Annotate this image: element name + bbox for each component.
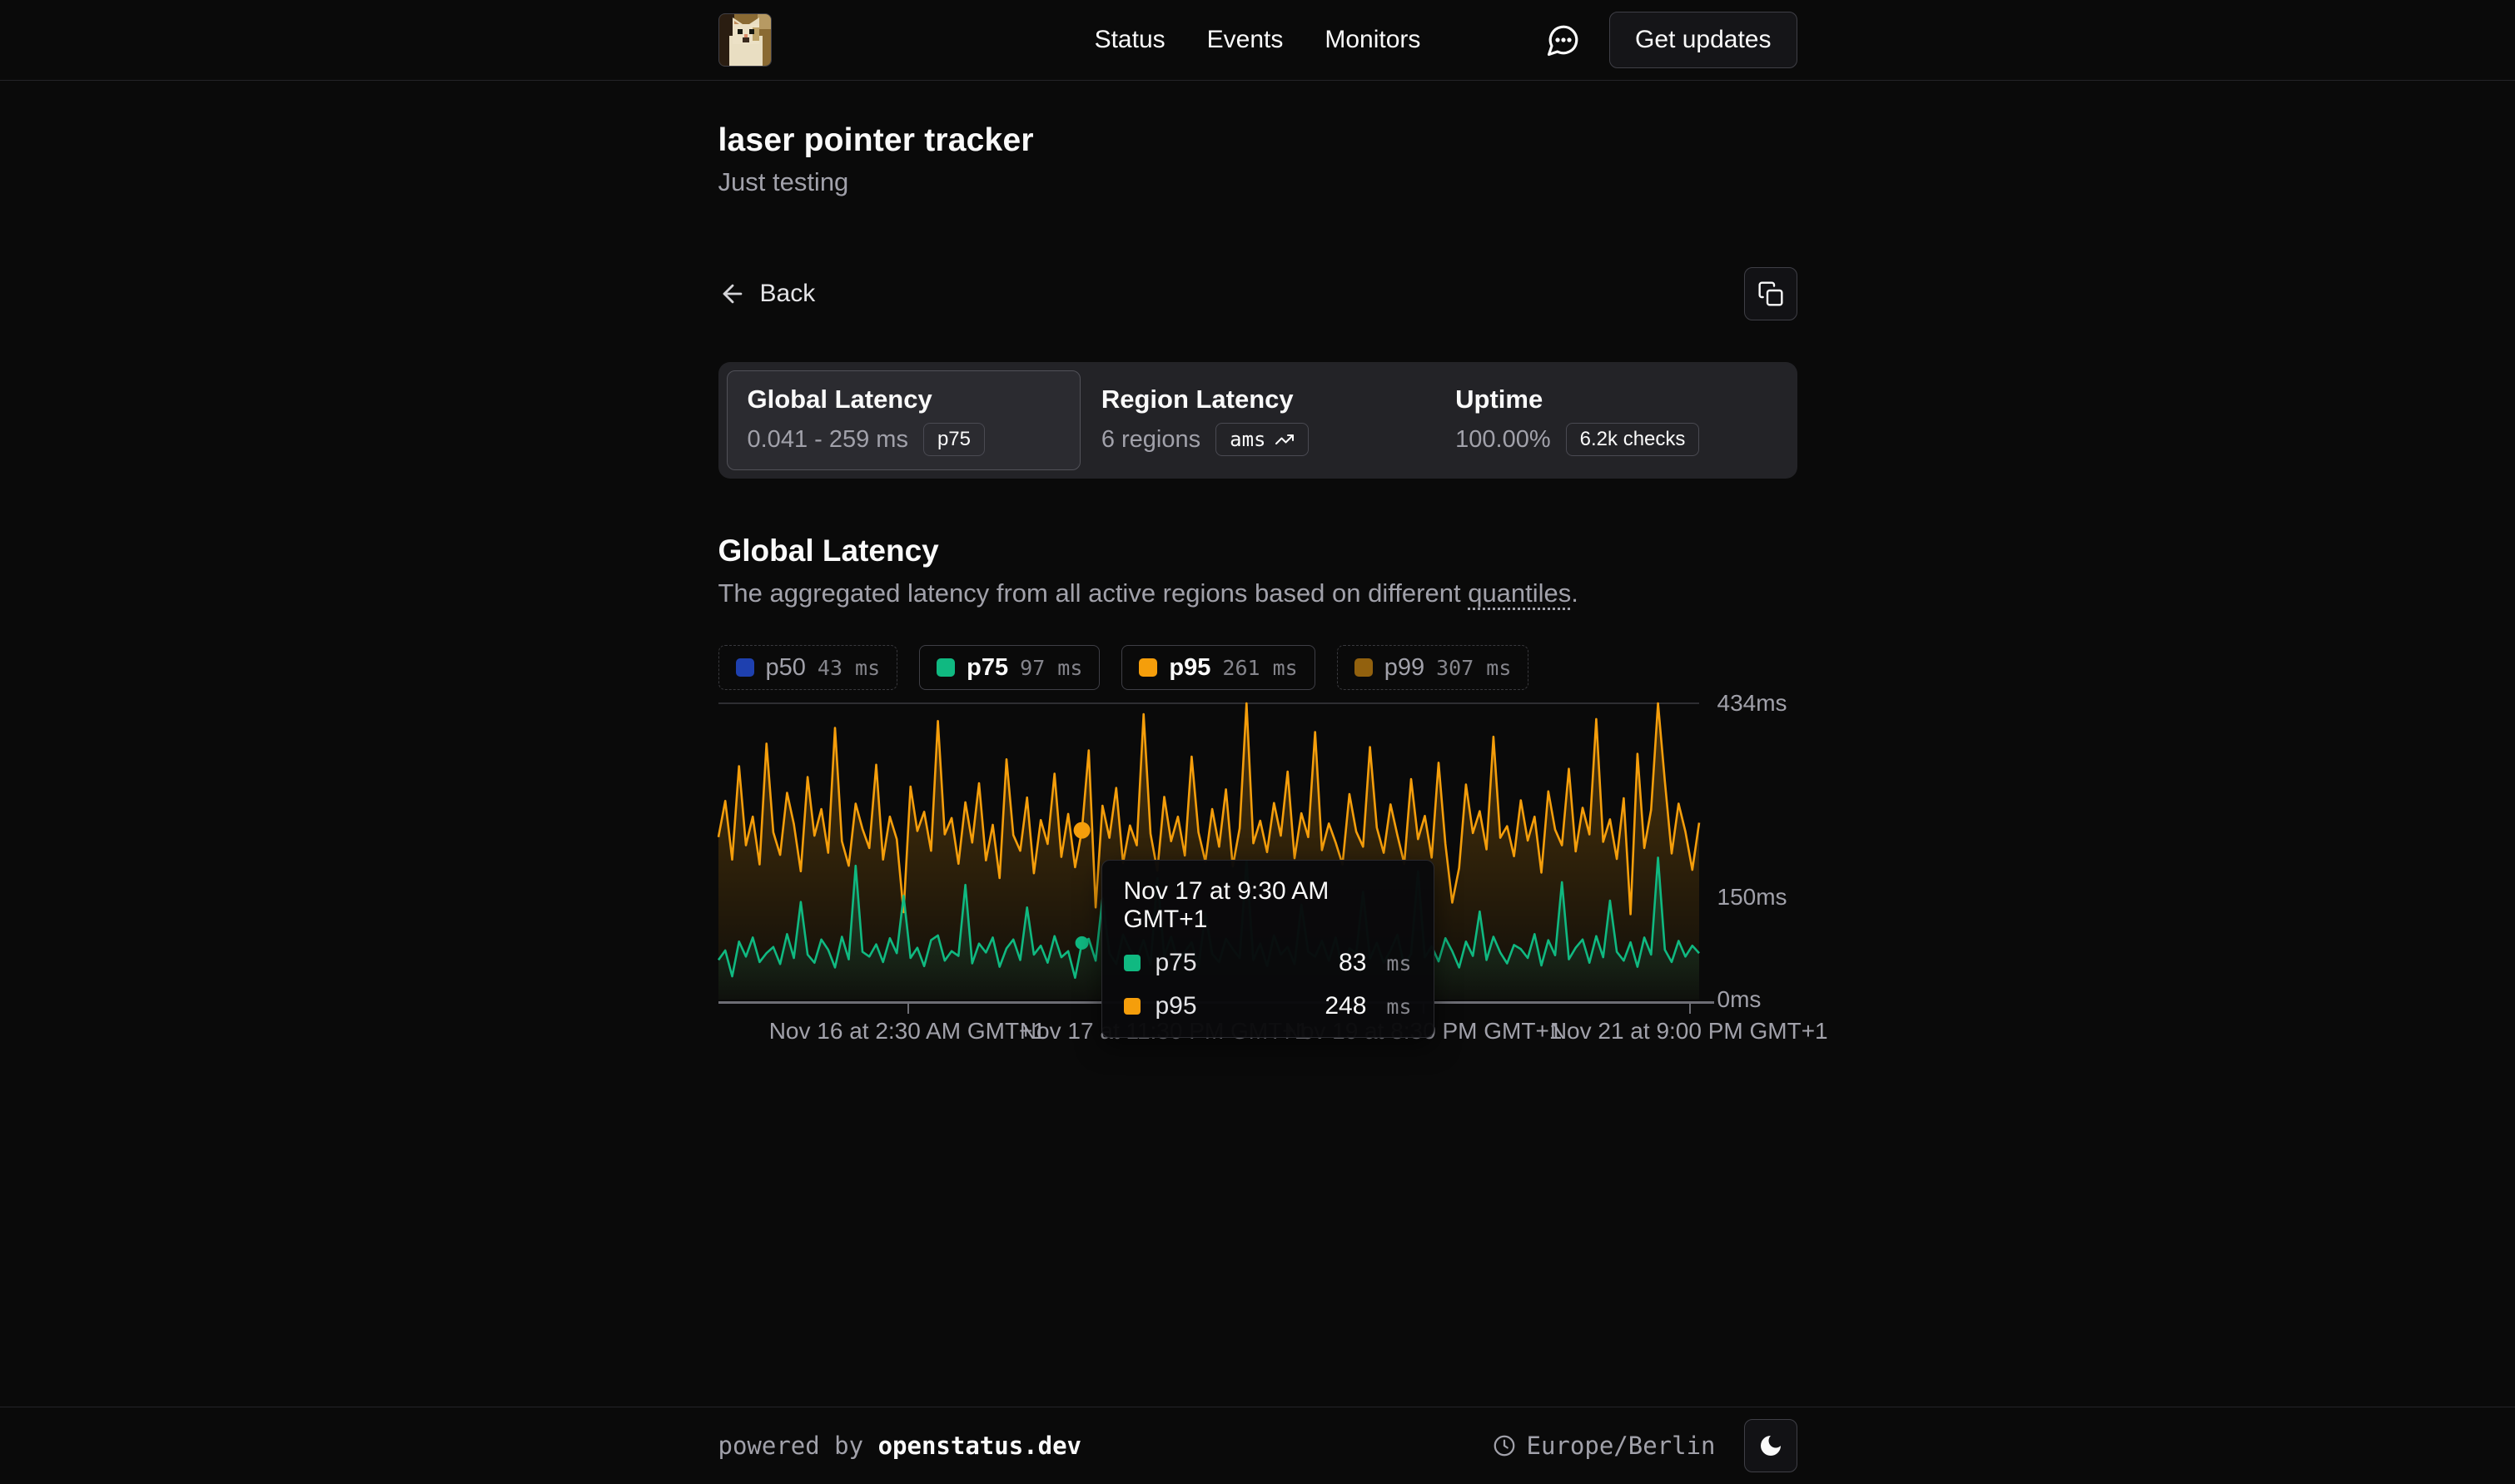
hover-dot-p95 [1073,822,1090,839]
y-tick-label: 150ms [1717,884,1787,911]
nav-link-monitors[interactable]: Monitors [1325,26,1420,54]
nav-link-events[interactable]: Events [1207,26,1284,54]
region-badge: ams [1215,423,1308,456]
feedback-button[interactable] [1546,22,1581,57]
chart-legend: p50 43 ms p75 97 ms p95 261 ms p99 307 m… [718,645,1797,690]
tab-subtitle: 6 regions [1101,426,1200,454]
tooltip-timestamp: Nov 17 at 9:30 AM GMT+1 [1124,877,1412,934]
p50-swatch [736,658,754,677]
main-content: laser pointer tracker Just testing Back … [0,81,2515,1407]
powered-by: powered by openstatus.dev [718,1432,1082,1460]
tab-title: Region Latency [1101,385,1414,414]
copy-icon [1757,280,1784,307]
clock-icon [1492,1433,1517,1458]
tooltip-row-p75: p75 83 ms [1124,949,1412,977]
legend-item-p75[interactable]: p75 97 ms [919,645,1100,690]
x-tick-label: Nov 16 at 2:30 AM GMT+1 [769,1018,1046,1045]
y-tick-label: 0ms [1717,986,1762,1013]
legend-item-p95[interactable]: p95 261 ms [1121,645,1315,690]
metric-tabs: Global Latency 0.041 - 259 ms p75 Region… [718,362,1797,479]
legend-item-p99[interactable]: p99 307 ms [1337,645,1529,690]
tab-global-latency[interactable]: Global Latency 0.041 - 259 ms p75 [727,370,1081,470]
p75-swatch [937,658,955,677]
p99-swatch [1354,658,1373,677]
quantiles-link[interactable]: quantiles [1468,578,1571,608]
checks-badge: 6.2k checks [1566,423,1700,456]
timezone: Europe/Berlin [1492,1432,1716,1460]
quantile-badge: p75 [923,423,985,456]
legend-item-p50[interactable]: p50 43 ms [718,645,898,690]
tab-subtitle: 100.00% [1455,426,1551,454]
tab-region-latency[interactable]: Region Latency 6 regions ams [1081,370,1434,470]
chart-plot-area[interactable]: Nov 17 at 9:30 AM GMT+1 p75 83 ms p95 24… [718,702,1699,1001]
section-description: The aggregated latency from all active r… [718,578,1797,608]
p95-swatch [1124,998,1141,1015]
moon-icon [1757,1432,1784,1459]
x-axis-tick [1689,1004,1691,1014]
page-subtitle: Just testing [718,167,1797,197]
chart-tooltip: Nov 17 at 9:30 AM GMT+1 p75 83 ms p95 24… [1101,860,1434,1038]
hover-dot-p75 [1075,936,1088,950]
tab-title: Uptime [1455,385,1767,414]
nav-link-status[interactable]: Status [1095,26,1166,54]
nav-links: Status Events Monitors [1095,26,1421,54]
x-tick-label: Nov 21 at 9:00 PM GMT+1 [1550,1018,1828,1045]
footer: powered by openstatus.dev Europe/Berlin [0,1407,2515,1484]
x-axis-tick [907,1004,909,1014]
tab-uptime[interactable]: Uptime 100.00% 6.2k checks [1434,370,1788,470]
back-label: Back [760,280,816,308]
section-title: Global Latency [718,534,1797,568]
arrow-left-icon [718,280,747,308]
top-nav: Status Events Monitors Get updates [0,0,2515,81]
site-logo[interactable] [718,13,772,67]
latency-chart: Nov 17 at 9:30 AM GMT+1 p75 83 ms p95 24… [718,702,1797,1068]
copy-link-button[interactable] [1744,267,1797,320]
cat-logo-image [719,14,772,67]
get-updates-button[interactable]: Get updates [1609,12,1797,68]
back-link[interactable]: Back [718,280,816,308]
tooltip-row-p95: p95 248 ms [1124,992,1412,1020]
message-bubble-icon [1546,22,1581,57]
openstatus-link[interactable]: openstatus.dev [878,1432,1081,1460]
p95-swatch [1139,658,1157,677]
tab-title: Global Latency [748,385,1060,414]
theme-toggle-button[interactable] [1744,1419,1797,1472]
page-title: laser pointer tracker [718,122,1797,159]
tab-subtitle: 0.041 - 259 ms [748,426,908,454]
trending-up-icon [1275,429,1295,449]
y-tick-label: 434ms [1717,690,1787,717]
p75-swatch [1124,955,1141,971]
